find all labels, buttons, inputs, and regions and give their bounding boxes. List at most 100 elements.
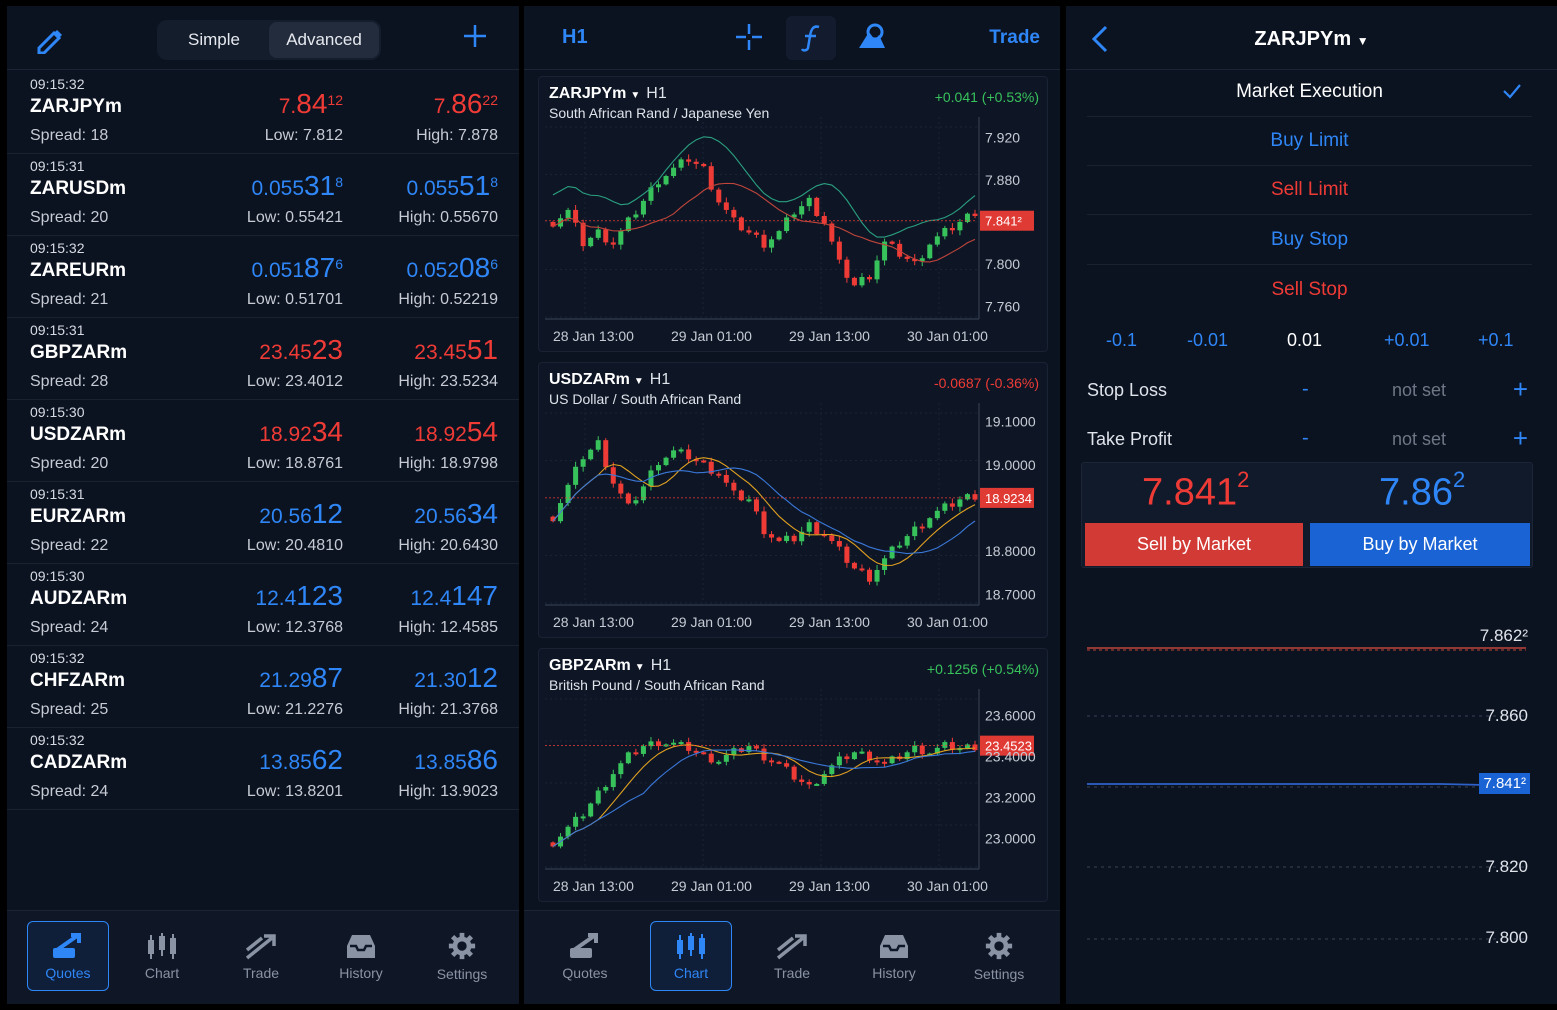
volume-minus-0.01[interactable]: -0.01	[1187, 330, 1228, 351]
quote-high: High: 18.9798	[398, 455, 498, 472]
quote-bid[interactable]: 20.5612	[259, 498, 343, 530]
order-type-sell-stop[interactable]: Sell Stop	[1087, 265, 1532, 314]
quote-ask[interactable]: 20.5634	[414, 498, 498, 530]
quote-row-chfzarm[interactable]: 09:15:32 CHFZARm Spread: 25 21.2987 21.3…	[7, 646, 519, 728]
dropdown-triangle-icon: ▼	[634, 662, 645, 673]
timeframe-button[interactable]: H1	[562, 26, 588, 49]
quote-row-audzarm[interactable]: 09:15:30 AUDZARm Spread: 24 12.4123 12.4…	[7, 564, 519, 646]
indicator-button[interactable]	[786, 16, 836, 60]
quote-ask[interactable]: 21.3012	[414, 662, 498, 694]
chart-symbol[interactable]: GBPZARm ▼ H1	[549, 657, 671, 675]
nav-settings[interactable]: Settings	[421, 921, 503, 991]
candle	[671, 167, 677, 177]
candle	[814, 522, 820, 535]
quote-bid[interactable]: 0.051876	[251, 252, 343, 284]
nav-label: Trade	[773, 964, 811, 981]
chart-symbol[interactable]: ZARJPYm ▼ H1	[549, 85, 667, 103]
quote-bid[interactable]: 0.055318	[251, 170, 343, 202]
quote-bid[interactable]: 23.4523	[259, 334, 343, 366]
nav-history[interactable]: History	[320, 921, 402, 991]
add-symbol-icon[interactable]	[461, 22, 489, 50]
y-tick-label: 23.6000	[985, 707, 1036, 723]
quote-bid[interactable]: 21.2987	[259, 662, 343, 694]
quote-ask[interactable]: 0.052086	[406, 252, 498, 284]
chart-card-1[interactable]: 19.1000 19.0000 18.9234 18.8000 18.7000 28 Ja…	[538, 362, 1048, 638]
order-symbol-title[interactable]: ZARJPYm ▼	[1066, 28, 1557, 51]
candle	[836, 756, 842, 766]
quote-bid[interactable]: 12.4123	[255, 580, 343, 612]
nav-history[interactable]: History	[853, 921, 935, 991]
history-icon	[347, 934, 375, 958]
quote-high: High: 21.3768	[398, 701, 498, 718]
chart-card-0[interactable]: 7.920 7.880 7.841² 7.800 7.760 28 Jan 13:00 29…	[538, 76, 1048, 352]
nav-chart[interactable]: Chart	[121, 921, 203, 991]
take-profit-increase[interactable]: +	[1513, 423, 1528, 454]
order-type-buy-stop[interactable]: Buy Stop	[1087, 216, 1532, 265]
candle	[663, 457, 669, 466]
stop-loss-value[interactable]: not set	[1392, 380, 1446, 401]
order-type-sell-limit[interactable]: Sell Limit	[1087, 166, 1532, 215]
quote-row-zarjpym[interactable]: 09:15:32 ZARJPYm Spread: 18 7.8412 7.862…	[7, 72, 519, 154]
candle	[919, 526, 925, 529]
candle	[716, 189, 722, 203]
depth-bid-tag: 7.841²	[1479, 773, 1530, 794]
quote-row-usdzarm[interactable]: 09:15:30 USDZARm Spread: 20 18.9234 18.9…	[7, 400, 519, 482]
quote-ask[interactable]: 13.8586	[414, 744, 498, 776]
take-profit-label: Take Profit	[1087, 429, 1173, 449]
price-depth-chart[interactable]	[1066, 606, 1557, 1004]
candle	[806, 781, 812, 785]
nav-label: Quotes	[562, 964, 608, 981]
quote-row-gbpzarm[interactable]: 09:15:31 GBPZARm Spread: 28 23.4523 23.4…	[7, 318, 519, 400]
objects-icon[interactable]	[857, 22, 887, 52]
chart-description: US Dollar / South African Rand	[549, 391, 742, 407]
quote-symbol: GBPZARm	[30, 342, 128, 363]
chart-symbol[interactable]: USDZARm ▼ H1	[549, 371, 670, 389]
quote-ask[interactable]: 23.4551	[414, 334, 498, 366]
sell-price: 7.8412	[1142, 467, 1250, 514]
take-profit-decrease[interactable]: -	[1302, 427, 1309, 450]
quote-ask[interactable]: 7.8622	[434, 88, 498, 120]
candle	[701, 163, 707, 167]
quote-row-zareurm[interactable]: 09:15:32 ZAREURm Spread: 21 0.051876 0.0…	[7, 236, 519, 318]
quote-ask[interactable]: 12.4147	[410, 580, 498, 612]
candle	[618, 231, 624, 245]
take-profit-value[interactable]: not set	[1392, 429, 1446, 450]
quote-bid[interactable]: 18.9234	[259, 416, 343, 448]
volume-value[interactable]: 0.01	[1287, 330, 1322, 351]
stop-loss-increase[interactable]: +	[1513, 374, 1528, 405]
quote-ask[interactable]: 18.9254	[414, 416, 498, 448]
y-tick-label: 7.800	[985, 256, 1020, 272]
quote-ask[interactable]: 0.055518	[406, 170, 498, 202]
tab-simple[interactable]: Simple	[159, 22, 269, 58]
edit-pencil-icon[interactable]	[35, 26, 63, 54]
candle	[640, 746, 646, 754]
candle	[671, 450, 677, 458]
nav-trade[interactable]: Trade	[751, 921, 833, 991]
volume-plus-0.01[interactable]: +0.01	[1384, 330, 1430, 351]
volume-plus-0.1[interactable]: +0.1	[1478, 330, 1514, 351]
buy-by-market-button[interactable]: Buy by Market	[1310, 523, 1530, 566]
candle	[784, 217, 790, 232]
quote-bid[interactable]: 7.8412	[279, 88, 343, 120]
candle	[874, 760, 880, 763]
nav-quotes[interactable]: Quotes	[544, 921, 626, 991]
nav-quotes[interactable]: Quotes	[27, 921, 109, 991]
chart-card-2[interactable]: 23.6000 23.4000 23.4523 23.2000 23.0000 28 Ja…	[538, 648, 1048, 902]
crosshair-icon[interactable]	[734, 22, 764, 52]
volume-minus-0.1[interactable]: -0.1	[1106, 330, 1137, 351]
nav-settings[interactable]: Settings	[958, 921, 1040, 991]
candle	[942, 503, 948, 511]
sell-by-market-button[interactable]: Sell by Market	[1085, 523, 1303, 566]
stop-loss-decrease[interactable]: -	[1302, 378, 1309, 401]
order-type-market-execution[interactable]: Market Execution	[1087, 68, 1532, 117]
order-type-buy-limit[interactable]: Buy Limit	[1087, 117, 1532, 166]
quote-row-eurzarm[interactable]: 09:15:31 EURZARm Spread: 22 20.5612 20.5…	[7, 482, 519, 564]
nav-trade[interactable]: Trade	[220, 921, 302, 991]
nav-label: History	[872, 964, 916, 981]
tab-advanced[interactable]: Advanced	[269, 22, 379, 58]
quote-bid[interactable]: 13.8562	[259, 744, 343, 776]
trade-link[interactable]: Trade	[989, 27, 1040, 49]
nav-chart[interactable]: Chart	[650, 921, 732, 991]
quote-row-zarusdm[interactable]: 09:15:31 ZARUSDm Spread: 20 0.055318 0.0…	[7, 154, 519, 236]
quote-row-cadzarm[interactable]: 09:15:32 CADZARm Spread: 24 13.8562 13.8…	[7, 728, 519, 810]
